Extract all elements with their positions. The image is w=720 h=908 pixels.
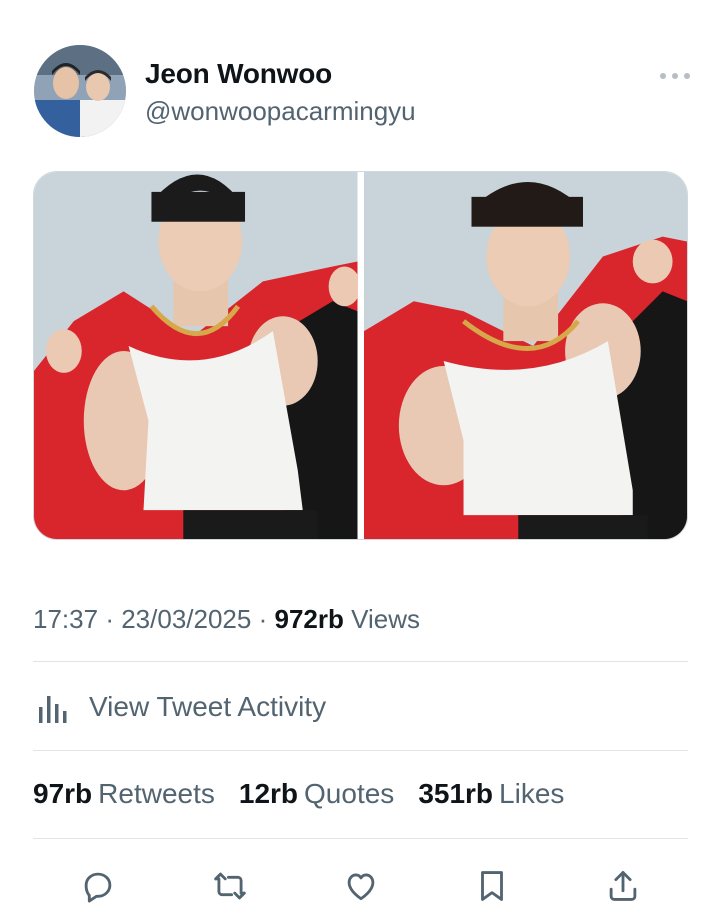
tweet-stats: 97rb Retweets 12rb Quotes 351rb Likes bbox=[33, 778, 564, 810]
bookmark-icon bbox=[481, 871, 503, 901]
author-name[interactable]: Jeon Wonwoo bbox=[145, 58, 332, 90]
likes-stat[interactable]: 351rb Likes bbox=[418, 778, 564, 810]
heart-icon bbox=[347, 873, 375, 901]
quotes-label: Quotes bbox=[304, 778, 395, 809]
avatar[interactable] bbox=[34, 45, 126, 137]
divider bbox=[33, 838, 688, 839]
more-dot bbox=[672, 73, 678, 79]
quotes-count: 12rb bbox=[238, 778, 299, 809]
like-button[interactable] bbox=[341, 866, 381, 906]
tweet-photo-1[interactable] bbox=[34, 172, 358, 539]
quotes-stat[interactable]: 12rb Quotes bbox=[239, 778, 394, 810]
retweet-button[interactable] bbox=[210, 866, 250, 906]
tweet-meta: 17:37 · 23/03/2025 · 972rb Views bbox=[33, 604, 420, 635]
tweet-action-bar bbox=[0, 866, 720, 908]
more-dots-icon[interactable] bbox=[660, 68, 690, 84]
bookmark-button[interactable] bbox=[472, 866, 512, 906]
reply-button[interactable] bbox=[78, 866, 118, 906]
retweets-label: Retweets bbox=[98, 778, 215, 809]
tweet-time[interactable]: 17:37 bbox=[33, 604, 98, 634]
divider bbox=[33, 750, 688, 751]
retweets-stat[interactable]: 97rb Retweets bbox=[33, 778, 215, 810]
views-label: Views bbox=[351, 604, 421, 634]
author-handle[interactable]: @wonwoopacarmingyu bbox=[145, 96, 416, 127]
view-tweet-activity-link[interactable]: View Tweet Activity bbox=[33, 682, 326, 732]
share-icon bbox=[609, 871, 637, 901]
share-button[interactable] bbox=[603, 866, 643, 906]
likes-label: Likes bbox=[499, 778, 565, 809]
bar-chart-icon bbox=[39, 696, 67, 723]
tweet-photo-2[interactable] bbox=[363, 172, 687, 539]
more-dot bbox=[660, 73, 666, 79]
more-dot bbox=[684, 73, 690, 79]
activity-label: View Tweet Activity bbox=[89, 691, 327, 722]
meta-separator: · bbox=[105, 604, 114, 634]
reply-icon bbox=[84, 872, 112, 903]
views-count: 972rb bbox=[274, 604, 344, 634]
retweets-count: 97rb bbox=[33, 778, 93, 809]
meta-separator: · bbox=[258, 604, 268, 634]
retweet-icon bbox=[214, 872, 246, 900]
tweet-media bbox=[33, 171, 688, 540]
tweet-date[interactable]: 23/03/2025 bbox=[121, 604, 251, 634]
divider bbox=[33, 661, 688, 662]
likes-count: 351rb bbox=[418, 778, 494, 809]
